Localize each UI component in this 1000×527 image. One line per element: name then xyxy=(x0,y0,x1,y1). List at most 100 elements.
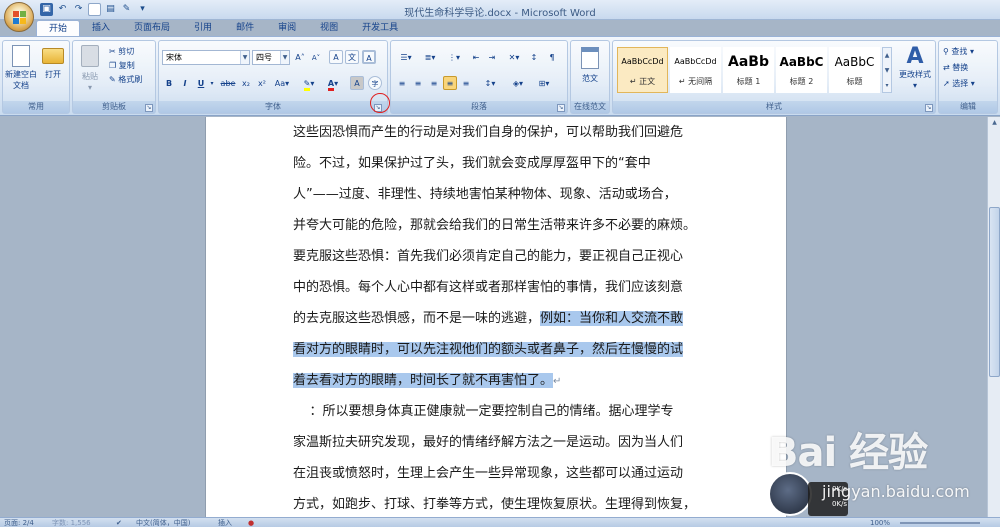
tab-references[interactable]: 引用 xyxy=(182,20,224,36)
chevron-down-icon[interactable]: ▼ xyxy=(240,51,249,64)
superscript-button[interactable]: x² xyxy=(255,76,269,90)
clipboard-icon xyxy=(81,45,99,67)
page-count[interactable]: 页面: 2/4 xyxy=(4,518,34,527)
scroll-up-icon[interactable]: ▲ xyxy=(988,117,1000,128)
chinese-layout-icon[interactable]: ✕▾ xyxy=(503,50,525,64)
line-spacing-icon[interactable]: ↕▾ xyxy=(479,76,501,90)
proofing-icon[interactable]: ✔ xyxy=(116,518,122,527)
italic-button[interactable]: I xyxy=(178,76,192,90)
sample-essay-button[interactable]: 范文 xyxy=(575,47,605,84)
bullets-icon[interactable]: ☰▾ xyxy=(395,50,417,64)
new-blank-doc-button[interactable]: 新建空白文档 xyxy=(5,45,37,91)
office-logo-icon xyxy=(13,11,27,25)
style-normal[interactable]: AaBbCcDd ↵ 正文 xyxy=(617,47,668,93)
copy-button[interactable]: ❐ 复制 xyxy=(109,59,135,72)
borders-icon[interactable]: ⊞▾ xyxy=(533,76,555,90)
tab-developer[interactable]: 开发工具 xyxy=(350,20,410,36)
format-painter-button[interactable]: ✎ 格式刷 xyxy=(109,73,142,86)
style-no-spacing[interactable]: AaBbCcDd ↵ 无间隔 xyxy=(670,47,721,93)
macro-record-icon[interactable]: ● xyxy=(248,518,254,527)
tab-home[interactable]: 开始 xyxy=(36,20,81,36)
change-case-button[interactable]: Aa▾ xyxy=(272,76,292,90)
tab-page-layout[interactable]: 页面布局 xyxy=(122,20,182,36)
tab-mailings[interactable]: 邮件 xyxy=(224,20,266,36)
multilevel-list-icon[interactable]: ⋮▾ xyxy=(443,50,465,64)
select-button[interactable]: ➚ 选择 ▾ xyxy=(943,77,975,90)
decrease-indent-icon[interactable]: ⇤ xyxy=(469,50,483,64)
window-title: 现代生命科学导论.docx - Microsoft Word xyxy=(404,8,596,19)
strikethrough-button[interactable]: abe xyxy=(219,76,237,90)
float-ball-icon[interactable] xyxy=(768,472,812,516)
text-line: 要克服这些恐惧：首先我们必须肯定自己的能力，要正视自己正视心 xyxy=(293,249,684,264)
subscript-button[interactable]: x₂ xyxy=(239,76,253,90)
find-button[interactable]: ⚲ 查找 ▾ xyxy=(943,45,974,58)
styles-dialog-launcher-icon[interactable]: ↘ xyxy=(925,104,933,112)
annotation-circle xyxy=(370,93,390,113)
insert-mode[interactable]: 插入 xyxy=(218,518,232,527)
scroll-thumb[interactable] xyxy=(989,207,1000,377)
bold-button[interactable]: B xyxy=(162,76,176,90)
style-heading-2[interactable]: AaBbC 标题 2 xyxy=(776,47,827,93)
character-shading-button[interactable]: A xyxy=(350,76,364,90)
word-count[interactable]: 字数: 1,556 xyxy=(52,518,91,527)
group-styles: AaBbCcDd ↵ 正文 AaBbCcDd ↵ 无间隔 AaBb 标题 1 A… xyxy=(612,40,936,114)
group-label: 样式 xyxy=(613,101,935,113)
numbering-icon[interactable]: ≣▾ xyxy=(419,50,441,64)
open-button[interactable]: 打开 xyxy=(39,45,67,80)
paragraph-mark: ↵ xyxy=(553,376,562,387)
font-name-combo[interactable]: 宋体 ▼ xyxy=(162,50,250,65)
replace-icon: ⇄ xyxy=(943,63,950,72)
text-line: 在沮丧或愤怒时，生理上会产生一些异常现象，这些都可以通过运动 xyxy=(293,466,684,481)
tab-review[interactable]: 审阅 xyxy=(266,20,308,36)
cut-button[interactable]: ✂ 剪切 xyxy=(109,45,134,58)
show-marks-icon[interactable]: ¶ xyxy=(545,50,559,64)
justify-icon[interactable]: ≡ xyxy=(443,76,457,90)
group-clipboard: 粘贴 ▾ ✂ 剪切 ❐ 复制 ✎ 格式刷 剪贴板 ↘ xyxy=(72,40,156,114)
text-line: 并夸大可能的危险，那就会给我们的日常生活带来许多不必要的麻烦。 xyxy=(293,218,697,233)
copy-icon: ❐ xyxy=(109,61,117,70)
chevron-down-icon[interactable]: ▼ xyxy=(280,51,289,64)
shrink-font-button[interactable]: A˅ xyxy=(309,50,323,64)
underline-button[interactable]: U xyxy=(194,76,208,90)
title-bar: ▣ ↶ ↷ ▤ ✎ ▾ 现代生命科学导论.docx - Microsoft Wo… xyxy=(0,0,1000,20)
style-heading-1[interactable]: AaBb 标题 1 xyxy=(723,47,774,93)
enclose-characters-button[interactable]: 字 xyxy=(368,76,382,90)
tab-view[interactable]: 视图 xyxy=(308,20,350,36)
selected-text[interactable]: 看对方的眼睛时，可以先注视他们的额头或者鼻子，然后在慢慢的试 xyxy=(293,342,684,357)
change-styles-icon: A xyxy=(906,44,924,69)
font-size-combo[interactable]: 四号 ▼ xyxy=(252,50,290,65)
text-line: ：所以要想身体真正健康就一定要控制自己的情绪。据心理学专 xyxy=(293,404,674,419)
word-window: ▣ ↶ ↷ ▤ ✎ ▾ 现代生命科学导论.docx - Microsoft Wo… xyxy=(0,0,1000,527)
align-center-icon[interactable]: ≡ xyxy=(411,76,425,90)
change-styles-button[interactable]: A 更改样式 ▾ xyxy=(895,45,935,91)
increase-indent-icon[interactable]: ⇥ xyxy=(485,50,499,64)
selected-text[interactable]: 例如：当你和人交流不敢 xyxy=(540,311,684,326)
document-icon xyxy=(581,47,599,69)
style-title[interactable]: AaBbC 标题 xyxy=(829,47,880,93)
sort-icon[interactable]: ↕ xyxy=(527,50,541,64)
watermark-url: jingyan.baidu.com xyxy=(822,482,970,501)
replace-button[interactable]: ⇄ 替换 xyxy=(943,61,968,74)
character-border-button[interactable]: A xyxy=(362,50,376,64)
language[interactable]: 中文(简体，中国) xyxy=(136,518,190,527)
phonetic-guide-button[interactable]: 文 xyxy=(345,50,359,64)
paste-button[interactable]: 粘贴 ▾ xyxy=(76,45,104,93)
highlight-button[interactable]: ✎▾ xyxy=(299,76,319,91)
dialog-launcher-icon[interactable]: ↘ xyxy=(145,104,153,112)
align-left-icon[interactable]: ≡ xyxy=(395,76,409,90)
clear-formatting-button[interactable]: A xyxy=(329,50,343,64)
distribute-icon[interactable]: ≡ xyxy=(459,76,473,90)
font-color-button[interactable]: A▾ xyxy=(323,76,343,91)
shading-icon[interactable]: ◈▾ xyxy=(507,76,529,90)
selected-text[interactable]: 着去看对方的眼睛，时间长了就不再害怕了。 xyxy=(293,373,554,388)
tab-insert[interactable]: 插入 xyxy=(80,20,122,36)
document-page[interactable]: 这些因恐惧而产生的行动是对我们自身的保护，可以帮助我们回避危 险。不过，如果保护… xyxy=(205,117,787,517)
watermark: Bai 经验 0K/s 0K/s jingyan.baidu.com xyxy=(760,420,1000,527)
group-online-samples: 范文 在线范文 xyxy=(570,40,610,114)
underline-dropdown-icon[interactable]: ▾ xyxy=(208,76,216,90)
styles-gallery-scroll[interactable]: ▲ ▼ ▾ xyxy=(882,47,892,93)
office-button[interactable] xyxy=(4,2,34,32)
paragraph-dialog-launcher-icon[interactable]: ↘ xyxy=(557,104,565,112)
align-right-icon[interactable]: ≡ xyxy=(427,76,441,90)
grow-font-button[interactable]: A˄ xyxy=(293,50,307,64)
